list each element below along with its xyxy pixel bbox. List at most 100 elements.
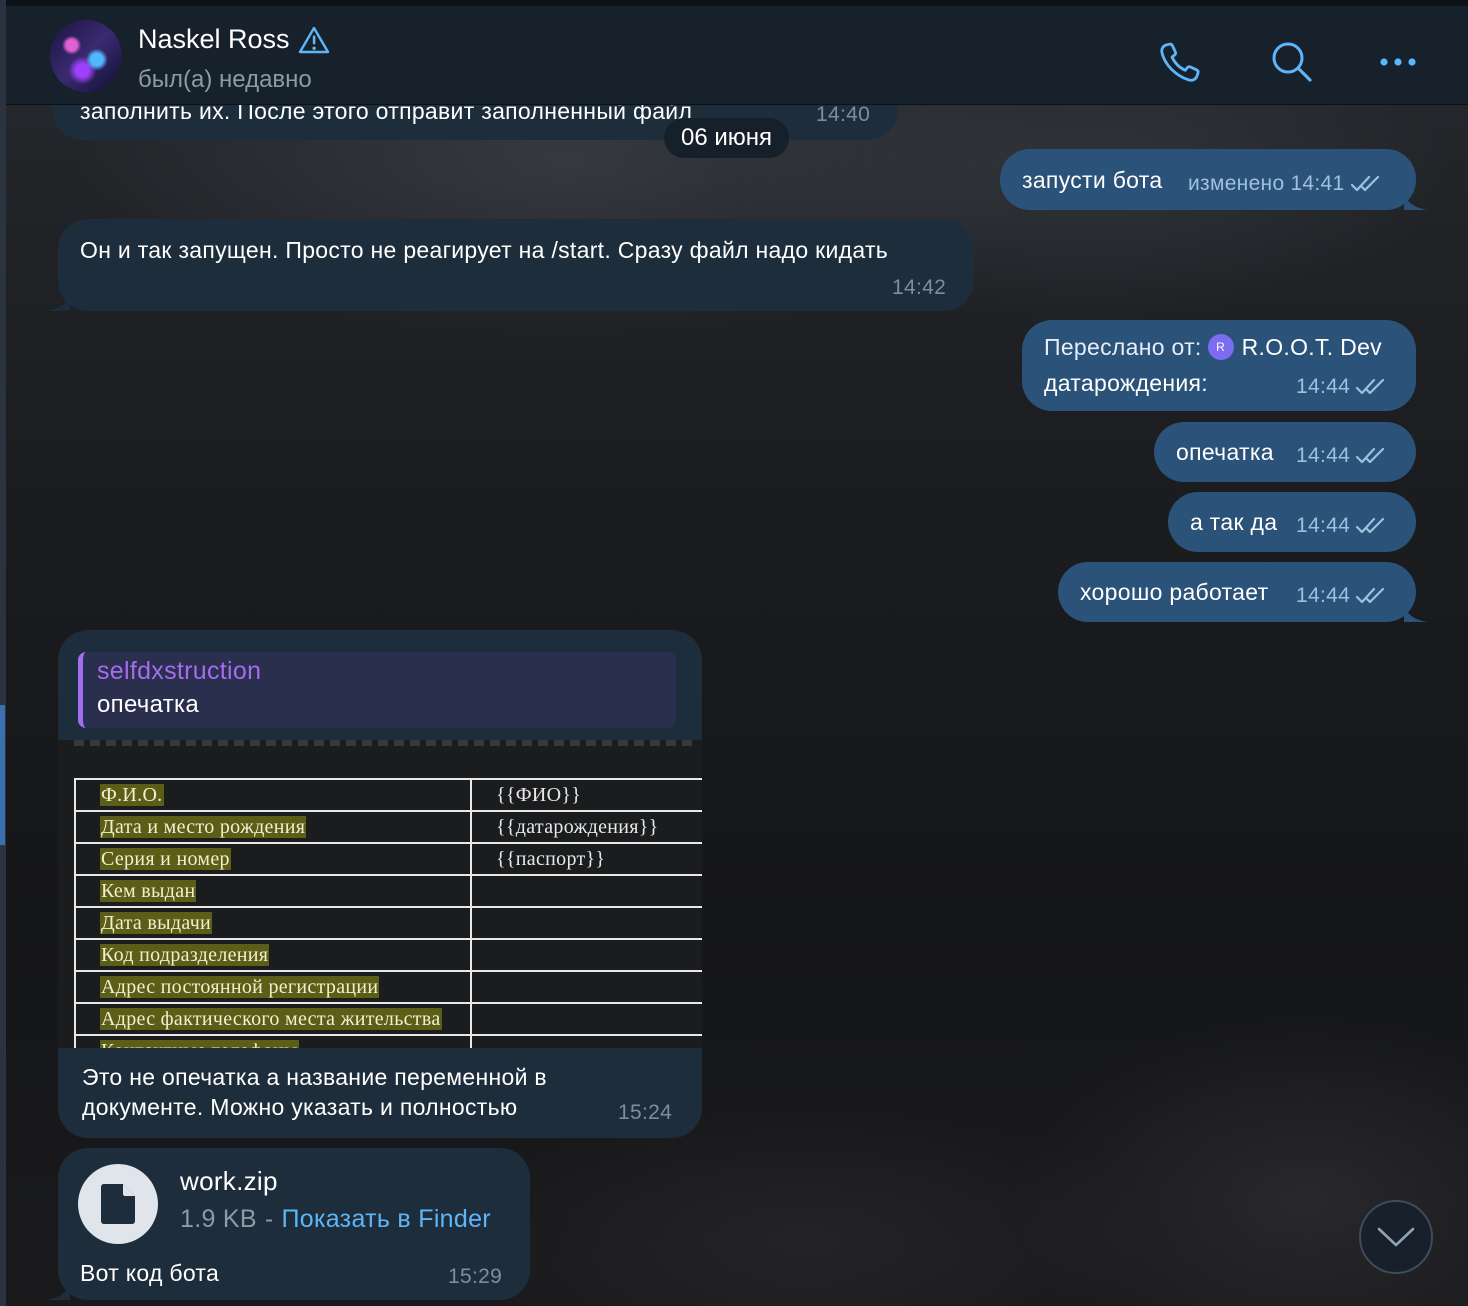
file-caption: Вот код бота [80,1260,220,1286]
message-time: 14:44 [1296,375,1351,398]
message-meta: 14:44 [1296,372,1388,402]
document-field-label-text: Ф.И.О. [100,784,164,806]
message-bubble-outgoing[interactable]: опечатка 14:44 [1154,422,1416,482]
file-separator: - [264,1205,274,1233]
message-bubble-incoming-with-reply[interactable]: selfdxstruction опечатка Ф.И.О. {{ФИО}} Да… [58,630,702,1138]
phone-icon [1160,42,1200,82]
message-bubble-outgoing[interactable]: хорошо работает 14:44 [1058,562,1428,622]
document-field-label-text: Кем выдан [100,880,197,902]
document-table-row: Серия и номер {{паспорт}} [74,842,702,876]
document-field-label-text: Серия и номер [100,848,231,870]
file-name[interactable]: work.zip [180,1166,278,1196]
warning-icon [298,26,329,53]
more-button[interactable] [1374,38,1422,86]
document-table-row: Адрес фактического места жительства [74,1002,702,1036]
document-field-label: Адрес фактического места жительства [74,1002,472,1036]
document-field-label: Адрес постоянной регистрации [74,970,472,1004]
avatar[interactable] [50,20,122,92]
message-time: 14:44 [1296,514,1351,537]
file-download-button[interactable] [78,1164,158,1244]
document-field-value [470,1002,702,1036]
document-table-row: Контактные телефоны [74,1034,702,1048]
file-details: 1.9 KB - Показать в Finder [180,1204,491,1234]
document-table-row: Дата выдачи [74,906,702,940]
reply-author: selfdxstruction [97,657,262,685]
message-text: запусти бота [1022,167,1163,193]
date-separator: 06 июня [664,118,790,158]
more-icon [1380,58,1416,66]
contact-name-text: Naskel Ross [138,24,290,54]
message-text-line: Это не опечатка а название переменной в [82,1064,547,1090]
double-check-icon [1356,587,1385,604]
forward-source-name: R.O.O.T. Dev [1241,334,1382,360]
message-meta: 14:44 [1296,511,1388,541]
message-bubble-outgoing[interactable]: а так да 14:44 [1168,492,1416,552]
document-field-label: Ф.И.О. [74,778,472,812]
bubble-tail [46,1282,70,1300]
document-field-value [470,1034,702,1048]
cropped-text-line [74,740,694,746]
search-icon [1272,42,1312,82]
document-field-label-text: Дата и место рождения [100,816,307,838]
call-button[interactable] [1156,38,1204,86]
document-field-label: Дата и место рождения [74,810,472,844]
document-field-label: Код подразделения [74,938,472,972]
search-button[interactable] [1268,38,1316,86]
bubble-tail [1404,192,1428,210]
document-screenshot[interactable]: Ф.И.О. {{ФИО}} Дата и место рождения {{дата… [58,740,702,1048]
file-size: 1.9 KB [180,1205,257,1233]
window-left-edge [0,0,6,1306]
bubble-tail [46,293,70,311]
double-check-icon [1356,447,1385,464]
document-table-row: Дата и место рождения {{датарождения}} [74,810,702,844]
message-meta: изменено 14:41 [1188,169,1383,199]
document-field-value: {{датарождения}} [470,810,702,844]
message-time: 14:44 [1296,584,1351,607]
document-table-row: Адрес постоянной регистрации [74,970,702,1004]
message-time: 14:41 [1290,172,1345,195]
message-bubble-outgoing[interactable]: запусти бота изменено 14:41 [1000,149,1428,210]
message-time: 15:29 [448,1265,503,1288]
document-field-label: Контактные телефоны [74,1034,472,1048]
document-field-label-text: Код подразделения [100,944,270,966]
document-field-value [470,906,702,940]
document-field-value [470,874,702,908]
message-bubble-outgoing-forwarded[interactable]: Переслано от: R R.O.O.T. Dev датарождени… [1022,320,1416,411]
document-field-value [470,938,702,972]
message-bubble-incoming[interactable]: Он и так запущен. Просто не реагирует на… [46,219,974,311]
reply-quote[interactable]: selfdxstruction опечатка [78,652,676,728]
document-field-label-text: Дата выдачи [100,912,213,934]
double-check-icon [1356,378,1385,395]
edited-label: изменено [1188,172,1285,195]
document-field-value [470,970,702,1004]
window-left-edge-marker [0,705,5,845]
forward-label: Переслано от: [1044,334,1202,360]
contact-name[interactable]: Naskel Ross [138,24,330,55]
message-time: 14:44 [1296,444,1351,467]
bubble-tail [1404,604,1428,622]
document-table-row: Ф.И.О. {{ФИО}} [74,778,702,812]
message-meta: 14:44 [1296,581,1388,611]
reply-text: опечатка [97,691,199,718]
document-table-row: Кем выдан [74,874,702,908]
message-text-line: документе. Можно указать и полностью [82,1094,518,1120]
file-icon [101,1184,135,1224]
message-meta: 14:44 [1296,441,1388,471]
forward-avatar: R [1207,334,1234,360]
chevron-down-icon [1377,1227,1415,1247]
document-field-label: Дата выдачи [74,906,472,940]
show-in-finder-link[interactable]: Показать в Finder [282,1204,491,1234]
document-field-label: Серия и номер [74,842,472,876]
document-table: Ф.И.О. {{ФИО}} Дата и место рождения {{дата… [74,778,702,1048]
message-time: 14:42 [892,276,947,299]
message-bubble-incoming-file[interactable]: work.zip 1.9 KB - Показать в Finder Вот … [46,1148,530,1300]
forward-header[interactable]: Переслано от: R R.O.O.T. Dev [1044,332,1382,362]
message-text: а так да [1190,509,1278,535]
contact-status: был(а) недавно [138,66,312,93]
document-field-label-text: Контактные телефоны [100,1040,299,1048]
message-text: опечатка [1176,439,1274,465]
double-check-icon [1356,517,1385,534]
scroll-to-bottom-button[interactable] [1359,1200,1433,1274]
document-field-value: {{ФИО}} [470,778,702,812]
message-text: Он и так запущен. Просто не реагирует на… [80,237,889,263]
